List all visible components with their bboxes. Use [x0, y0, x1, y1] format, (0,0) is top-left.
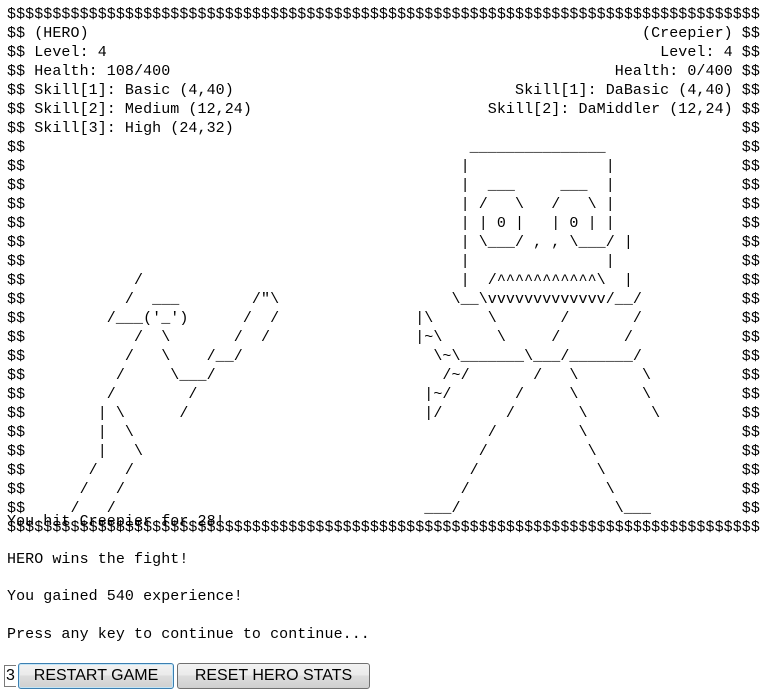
art-row: $$ | ___ ___ | $$: [7, 177, 760, 194]
restart-game-button[interactable]: RESTART GAME: [18, 663, 174, 689]
art-row: $$ / ___ /"\ \__\vvvvvvvvvvvvv/__/ $$: [7, 291, 760, 308]
win-message: HERO wins the fight!: [7, 550, 189, 568]
art-row: $$ | \ / \ $$: [7, 424, 760, 441]
art-row: $$ / \___/ /~/ / \ \ $$: [7, 367, 760, 384]
art-row: $$ | | 0 | | 0 | | $$: [7, 215, 760, 232]
art-row: $$ / \ /__/ \~\_______\___/_______/ $$: [7, 348, 760, 365]
hit-message: You hit Creepier for 28!: [7, 513, 225, 530]
log-spacer: [7, 569, 370, 588]
reset-hero-stats-button[interactable]: RESET HERO STATS: [177, 663, 370, 689]
stats-row-skill-1: $$ Skill[1]: Basic (4,40) Skill[1]: DaBa…: [7, 82, 760, 99]
art-row: $$ / / / \ $$: [7, 462, 760, 479]
border-top: $$$$$$$$$$$$$$$$$$$$$$$$$$$$$$$$$$$$$$$$…: [7, 6, 760, 23]
game-screen: $$$$$$$$$$$$$$$$$$$$$$$$$$$$$$$$$$$$$$$$…: [7, 5, 760, 537]
stats-row-health: $$ Health: 108/400 Health: 0/400 $$: [7, 63, 760, 80]
art-row: $$ / / / \ $$: [7, 481, 760, 498]
continue-prompt: Press any key to continue to continue...: [7, 625, 370, 643]
art-row: $$ / \ / / |~\ \ / / $$: [7, 329, 760, 346]
stats-row-level: $$ Level: 4 Level: 4 $$: [7, 44, 760, 61]
art-row: $$ | \ / \ $$: [7, 443, 760, 460]
art-row: $$ /___('_') / / |\ \ / / $$: [7, 310, 760, 327]
art-row: $$ | \ / |/ / \ \ $$: [7, 405, 760, 422]
art-row: $$ | | $$: [7, 253, 760, 270]
xp-message: You gained 540 experience!: [7, 588, 243, 606]
log-spacer: [7, 606, 370, 625]
art-row: $$ | \___/ , , \___/ | $$: [7, 234, 760, 251]
control-bar: RESTART GAME RESET HERO STATS: [4, 663, 370, 689]
art-row: $$ / / |~/ / \ \ $$: [7, 386, 760, 403]
log-spacer: [7, 531, 370, 550]
key-input[interactable]: [4, 665, 16, 687]
stats-row-skill-2: $$ Skill[2]: Medium (12,24) Skill[2]: Da…: [7, 101, 760, 118]
art-row: $$ | / \ / \ | $$: [7, 196, 760, 213]
art-row: $$ | | $$: [7, 158, 760, 175]
art-row: $$ _______________ $$: [7, 139, 760, 156]
art-row: $$ / | /^^^^^^^^^^^\ | $$: [7, 272, 760, 289]
battle-log: You hit Creepier for 28! HERO wins the f…: [7, 512, 370, 644]
stats-row-name: $$ (HERO) (Creepier) $$: [7, 25, 760, 42]
stats-row-skill-3: $$ Skill[3]: High (24,32) $$: [7, 120, 760, 137]
